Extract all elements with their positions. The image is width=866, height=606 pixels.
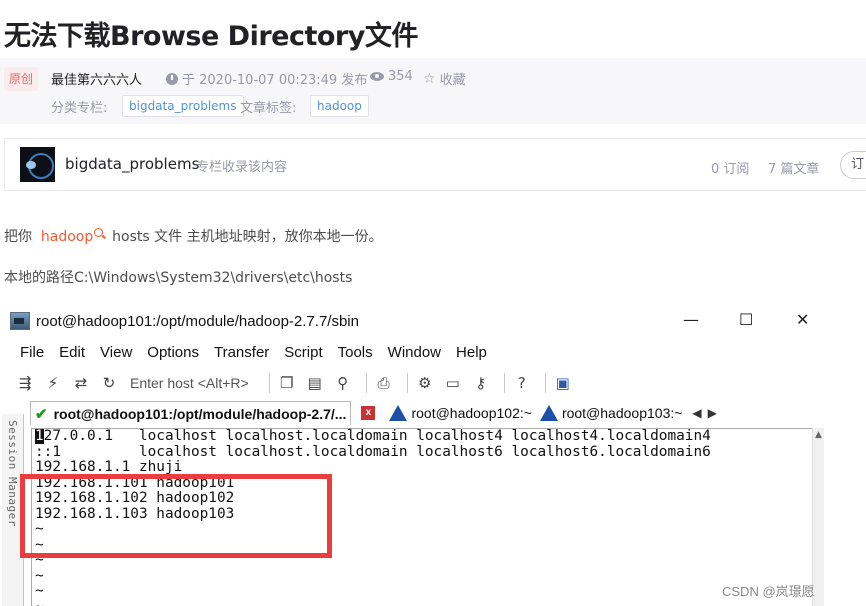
tag-label: 文章标签:: [240, 101, 297, 116]
screenshot-icon[interactable]: ▣: [552, 373, 574, 393]
menu-bar: File Edit View Options Transfer Script T…: [20, 344, 502, 361]
session-tabs: ✔ root@hadoop101:/opt/module/hadoop-2.7/…: [30, 401, 830, 425]
menu-edit[interactable]: Edit: [59, 344, 85, 361]
help-icon[interactable]: ?: [511, 373, 533, 393]
securecrt-app-icon: [10, 312, 30, 330]
terminal-line: ~: [35, 583, 44, 599]
category-tag[interactable]: bigdata_problems: [122, 95, 244, 117]
star-icon: ☆: [423, 70, 436, 87]
favorite-button[interactable]: ☆ 收藏: [423, 69, 466, 89]
column-name[interactable]: bigdata_problems: [65, 155, 199, 173]
terminal-line: ::1 localhost localhost.localdomain loca…: [35, 443, 711, 460]
article-tag[interactable]: hadoop: [310, 95, 369, 117]
warning-icon: [539, 405, 558, 421]
toolbar: ⇶ ⚡ ⇄ ↻ Enter host <Alt+R> ❐ ▤ ⚲ ⎙ ⚙ ▭ ⚷…: [14, 370, 824, 396]
terminal-scrollbar[interactable]: ▲: [812, 428, 824, 606]
tab-hadoop101[interactable]: ✔ root@hadoop101:/opt/module/hadoop-2.7/…: [30, 401, 352, 425]
settings-gear-icon[interactable]: ⚙: [414, 373, 436, 393]
menu-help[interactable]: Help: [456, 344, 487, 361]
check-icon: ✔: [35, 405, 48, 423]
sftp-icon[interactable]: ⚷: [470, 373, 492, 393]
menu-tools[interactable]: Tools: [338, 344, 373, 361]
article-title: 无法下载Browse Directory文件: [4, 21, 418, 52]
securecrt-screenshot: root@hadoop101:/opt/module/hadoop-2.7.7/…: [0, 304, 866, 606]
tab-hadoop101-label: root@hadoop101:/opt/module/hadoop-2.7/..…: [53, 405, 347, 422]
author-name[interactable]: 最佳第六六六人: [51, 69, 142, 88]
terminal-line: 127.0.0.1 localhost localhost.localdomai…: [35, 428, 711, 444]
tab-hadoop103[interactable]: root@hadoop103:~: [536, 401, 686, 425]
watermark: CSDN @岚璟愿: [722, 584, 815, 599]
minimize-icon[interactable]: —: [683, 310, 699, 329]
column-article-count: 7 篇文章: [768, 162, 820, 177]
close-icon[interactable]: ✕: [796, 310, 809, 329]
tab-prev-icon[interactable]: ◀: [692, 406, 701, 420]
maximize-icon[interactable]: ☐: [739, 310, 753, 329]
subscribe-button[interactable]: 订: [840, 151, 866, 179]
find-icon[interactable]: ⚲: [332, 373, 354, 393]
toolbar-separator: [544, 373, 546, 393]
tab-hadoop102[interactable]: root@hadoop102:~: [385, 401, 535, 425]
toolbar-separator: [406, 373, 408, 393]
column-logo[interactable]: [20, 147, 55, 182]
toolbar-separator: [365, 373, 367, 393]
window-title: root@hadoop101:/opt/module/hadoop-2.7.7/…: [10, 312, 359, 330]
tab-close-icon[interactable]: x: [361, 406, 376, 420]
paragraph-text: 把你: [4, 229, 32, 245]
warning-icon: [389, 405, 408, 421]
keymap-icon[interactable]: ▭: [442, 373, 464, 393]
terminal-line: ~: [32, 599, 824, 606]
clock-icon: [166, 72, 178, 85]
tab-hadoop102-label: root@hadoop102:~: [411, 405, 532, 421]
paste-icon[interactable]: ▤: [304, 373, 326, 393]
print-icon[interactable]: ⎙: [373, 373, 395, 393]
refresh-icon[interactable]: ↻: [98, 373, 120, 393]
favorite-label: 收藏: [439, 73, 466, 88]
publish-time-text: 于 2020-10-07 00:23:49 发布: [182, 73, 368, 88]
highlight-box: [20, 474, 332, 558]
lightning-icon[interactable]: ⚡: [42, 373, 64, 393]
search-icon[interactable]: [94, 228, 104, 237]
paragraph-hosts: 把你 hadoop hosts 文件 主机地址映射，放你本地一份。: [4, 226, 383, 246]
category-label: 分类专栏:: [51, 101, 108, 116]
menu-view[interactable]: View: [100, 344, 132, 361]
terminal-cursor: 1: [35, 428, 44, 444]
publish-time: 于 2020-10-07 00:23:49 发布: [166, 69, 367, 88]
eye-icon: [370, 72, 384, 81]
window-title-text: root@hadoop101:/opt/module/hadoop-2.7.7/…: [36, 312, 359, 330]
quick-connect-input[interactable]: Enter host <Alt+R>: [130, 375, 249, 391]
menu-script[interactable]: Script: [284, 344, 322, 361]
session-manager-label: Session Manager: [6, 420, 19, 527]
view-count: 354: [370, 69, 413, 84]
column-desc: 专栏收录该内容: [196, 160, 288, 175]
menu-transfer[interactable]: Transfer: [214, 344, 269, 361]
toolbar-separator: [503, 373, 505, 393]
toolbar-separator: [268, 373, 270, 393]
keyword-link[interactable]: hadoop: [41, 229, 93, 245]
view-count-text: 354: [388, 69, 413, 84]
connect-icon[interactable]: ⇶: [14, 373, 36, 393]
tab-hadoop103-label: root@hadoop103:~: [561, 405, 683, 421]
scroll-up-icon[interactable]: ▲: [815, 430, 822, 440]
paragraph-path: 本地的路径C:\Windows\System32\drivers\etc\hos…: [4, 270, 353, 286]
column-subscribers: 0 订阅: [711, 162, 750, 177]
reconnect-icon[interactable]: ⇄: [70, 373, 92, 393]
menu-window[interactable]: Window: [388, 344, 441, 361]
terminal-line: ~: [35, 567, 44, 584]
menu-file[interactable]: File: [20, 344, 44, 361]
menu-options[interactable]: Options: [147, 344, 199, 361]
original-badge: 原创: [4, 67, 38, 91]
copy-icon[interactable]: ❐: [276, 373, 298, 393]
paragraph-text-rest: hosts 文件 主机地址映射，放你本地一份。: [112, 229, 383, 245]
tab-next-icon[interactable]: ▶: [708, 406, 717, 420]
